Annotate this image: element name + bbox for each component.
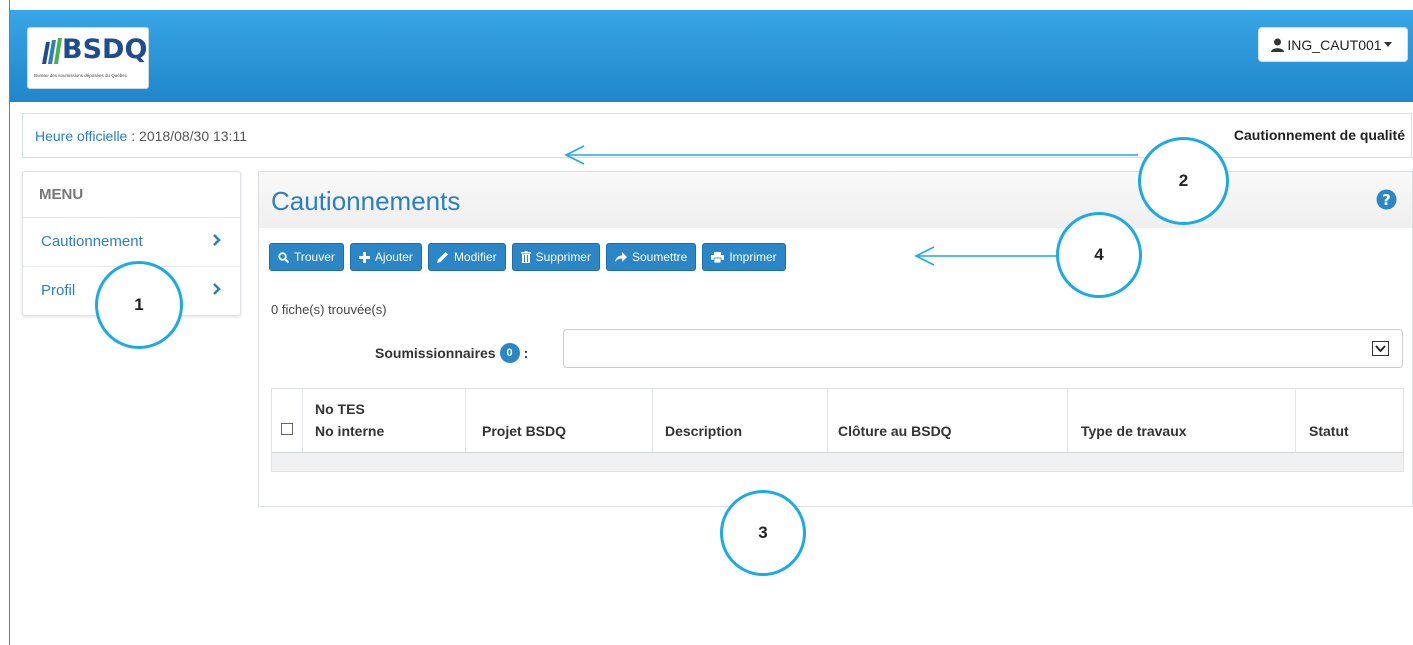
arrow-2 <box>564 145 1138 165</box>
arrow-4 <box>914 246 1056 266</box>
callout-arrows <box>564 145 1138 266</box>
